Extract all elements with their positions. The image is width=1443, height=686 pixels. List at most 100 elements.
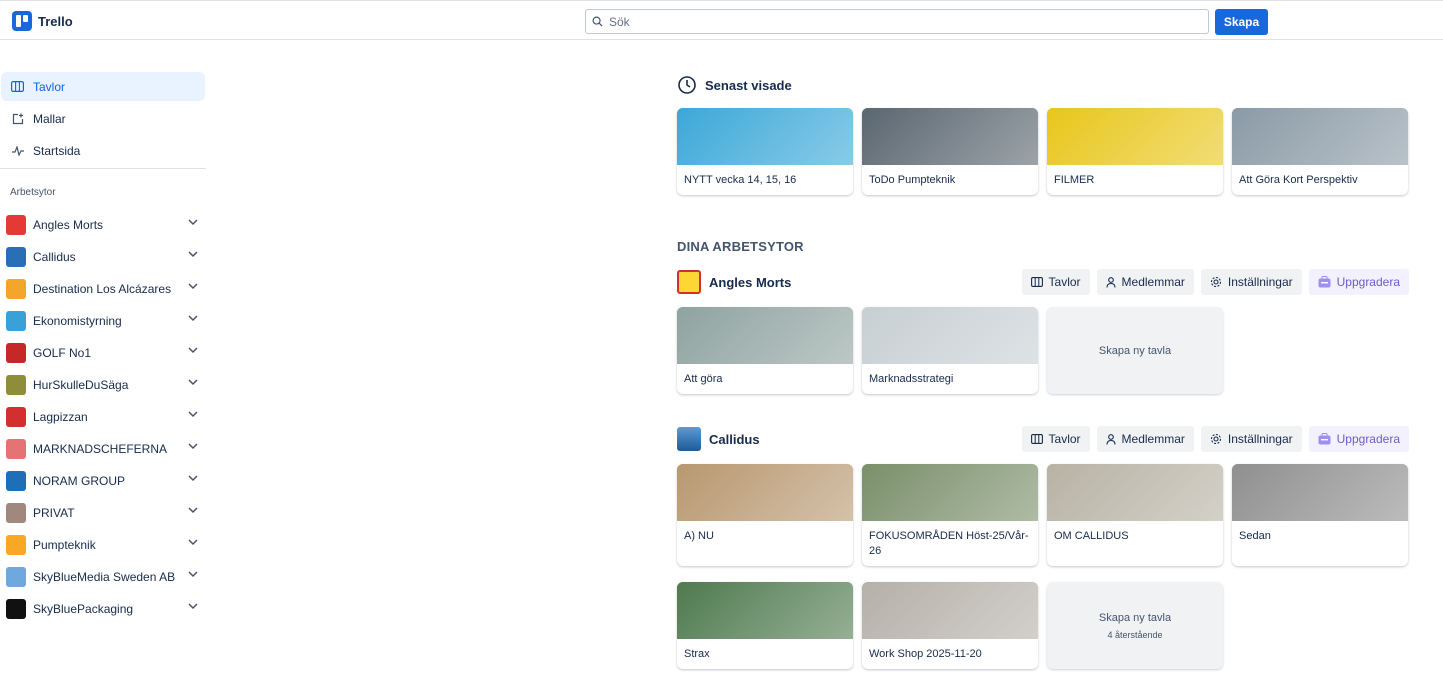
board-background-image xyxy=(677,307,853,364)
workspace-avatar xyxy=(6,535,26,555)
workspace-label: NORAM GROUP xyxy=(33,474,126,488)
sidebar-workspace-item[interactable]: Lagpizzan xyxy=(0,401,206,433)
chevron-down-icon[interactable] xyxy=(188,475,198,482)
board-tile[interactable]: FILMER xyxy=(1047,108,1223,195)
chevron-down-icon[interactable] xyxy=(188,283,198,290)
board-icon xyxy=(1030,434,1043,444)
workspace-avatar xyxy=(6,343,26,363)
chevron-down-icon[interactable] xyxy=(188,507,198,514)
create-board-label: Skapa ny tavla xyxy=(1098,611,1172,624)
board-name: Sedan xyxy=(1239,530,1271,542)
board-tile[interactable]: Marknadsstrategi xyxy=(862,307,1038,394)
chevron-down-icon[interactable] xyxy=(188,571,198,578)
gear-icon xyxy=(1210,276,1221,288)
board-name: FOKUSOMRÅDEN Höst-25/Vår-26 xyxy=(869,530,1029,557)
board-tile[interactable]: FOKUSOMRÅDEN Höst-25/Vår-26 xyxy=(862,464,1038,566)
create-new-board-tile[interactable]: Skapa ny tavla xyxy=(1047,307,1223,394)
search-input[interactable] xyxy=(609,14,1189,29)
chevron-down-icon[interactable] xyxy=(188,219,198,226)
board-tile[interactable]: ToDo Pumpteknik xyxy=(862,108,1038,195)
board-tile[interactable]: Strax xyxy=(677,582,853,669)
board-name: Att göra xyxy=(684,373,723,385)
sidebar-workspace-item[interactable]: PRIVAT xyxy=(0,497,206,529)
chevron-down-icon[interactable] xyxy=(188,315,198,322)
create-button[interactable]: Skapa xyxy=(1215,9,1268,35)
nav-label: Mallar xyxy=(33,111,66,126)
chevron-down-icon[interactable] xyxy=(188,347,198,354)
sidebar-workspace-item[interactable]: Ekonomistyrning xyxy=(0,305,206,337)
board-tile[interactable]: A) NU xyxy=(677,464,853,566)
chevron-down-icon[interactable] xyxy=(188,379,198,386)
button-label: Uppgradera xyxy=(1336,275,1400,289)
workspace-title: Angles Morts xyxy=(677,270,791,294)
app-name: Trello xyxy=(38,13,73,29)
board-tile[interactable]: Att göra xyxy=(677,307,853,394)
settings-button[interactable]: Inställningar xyxy=(1200,269,1302,295)
workspace-label: HurSkulleDuSäga xyxy=(33,378,129,392)
nav-item-boards[interactable]: Tavlor xyxy=(1,72,205,101)
template-icon xyxy=(11,112,24,125)
workspace-label: Callidus xyxy=(33,250,76,264)
search-box[interactable] xyxy=(585,9,1209,34)
person-icon xyxy=(1105,276,1116,288)
board-name: OM CALLIDUS xyxy=(1054,530,1129,542)
upgrade-button[interactable]: Uppgradera xyxy=(1308,269,1409,295)
button-label: Medlemmar xyxy=(1121,432,1185,446)
upgrade-button[interactable]: Uppgradera xyxy=(1308,426,1409,452)
settings-button[interactable]: Inställningar xyxy=(1200,426,1302,452)
activity-icon xyxy=(11,144,24,157)
sidebar-workspace-item[interactable]: Callidus xyxy=(0,241,206,273)
button-label: Medlemmar xyxy=(1121,275,1185,289)
sidebar-workspace-item[interactable]: SkyBluePackaging xyxy=(0,593,206,625)
chevron-down-icon[interactable] xyxy=(188,539,198,546)
nav-item-home[interactable]: Startsida xyxy=(1,136,205,165)
board-tile[interactable]: Att Göra Kort Perspektiv xyxy=(1232,108,1408,195)
sidebar-workspace-item[interactable]: Angles Morts xyxy=(0,209,206,241)
top-bar: Trello Skapa xyxy=(0,0,1443,40)
board-tile[interactable]: Sedan xyxy=(1232,464,1408,566)
button-label: Tavlor xyxy=(1048,275,1081,289)
board-tile[interactable]: Work Shop 2025-11-20 xyxy=(862,582,1038,669)
members-button[interactable]: Medlemmar xyxy=(1096,426,1194,452)
recent-title: Senast visade xyxy=(705,77,792,93)
sidebar-workspace-item[interactable]: HurSkulleDuSäga xyxy=(0,369,206,401)
sidebar-workspace-item[interactable]: MARKNADSCHEFERNA xyxy=(0,433,206,465)
chevron-down-icon[interactable] xyxy=(188,603,198,610)
workspace-avatar xyxy=(6,471,26,491)
board-background-image xyxy=(862,464,1038,521)
board-background-image xyxy=(1047,108,1223,165)
boards-button[interactable]: Tavlor xyxy=(1021,269,1090,295)
members-button[interactable]: Medlemmar xyxy=(1096,269,1194,295)
board-tile[interactable]: NYTT vecka 14, 15, 16 xyxy=(677,108,853,195)
trello-logo[interactable]: Trello xyxy=(12,11,73,31)
workspace-avatar xyxy=(6,407,26,427)
callidus-boards-row: Strax Work Shop 2025-11-20 Skapa ny tavla 4… xyxy=(677,582,1409,669)
workspace-logo xyxy=(677,427,701,451)
sidebar-workspace-item[interactable]: Destination Los Alcázares xyxy=(0,273,206,305)
workspace-label: SkyBluePackaging xyxy=(33,602,134,616)
sidebar-workspace-item[interactable]: NORAM GROUP xyxy=(0,465,206,497)
workspace-avatar xyxy=(6,279,26,299)
board-tile[interactable]: OM CALLIDUS xyxy=(1047,464,1223,566)
board-name: Strax xyxy=(684,648,710,660)
board-background-image xyxy=(1047,464,1223,521)
chevron-down-icon[interactable] xyxy=(188,443,198,450)
workspace-label: GOLF No1 xyxy=(33,346,92,360)
button-label: Inställningar xyxy=(1227,275,1293,289)
trello-logo-icon xyxy=(12,11,32,31)
boards-button[interactable]: Tavlor xyxy=(1021,426,1090,452)
board-icon xyxy=(1030,277,1043,287)
workspace-logo xyxy=(677,270,701,294)
board-name: Work Shop 2025-11-20 xyxy=(869,648,982,660)
workspace-avatar xyxy=(6,503,26,523)
sidebar-workspace-item[interactable]: SkyBlueMedia Sweden AB xyxy=(0,561,206,593)
sidebar-workspace-item[interactable]: Pumpteknik xyxy=(0,529,206,561)
workspaces-heading: Arbetsytor xyxy=(10,187,56,198)
workspace-title: Callidus xyxy=(677,427,760,451)
workspace-label: Destination Los Alcázares xyxy=(33,282,172,296)
sidebar-workspace-item[interactable]: GOLF No1 xyxy=(0,337,206,369)
create-new-board-tile[interactable]: Skapa ny tavla 4 återstående xyxy=(1047,582,1223,669)
nav-item-templates[interactable]: Mallar xyxy=(1,104,205,133)
chevron-down-icon[interactable] xyxy=(188,411,198,418)
chevron-down-icon[interactable] xyxy=(188,251,198,258)
